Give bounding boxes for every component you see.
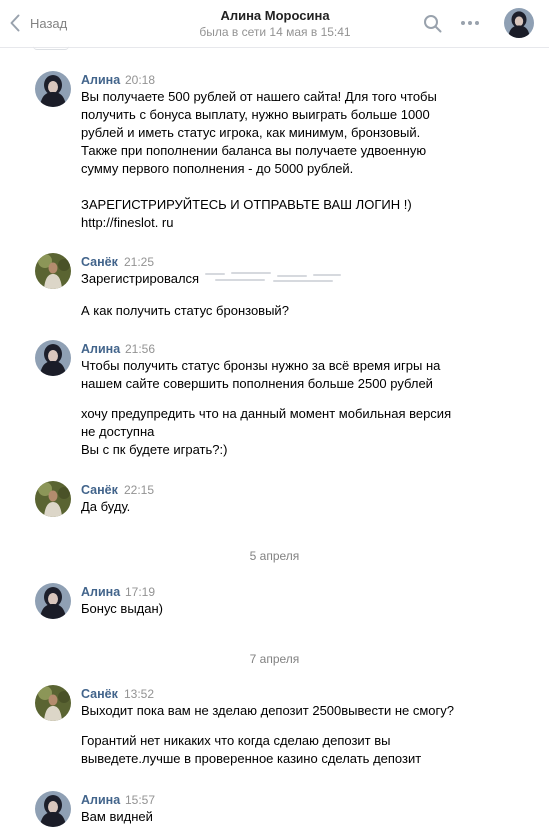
message-link[interactable]: http://fineslot. ru xyxy=(81,214,174,232)
contact-name: Алина Моросина xyxy=(220,8,330,23)
message-author[interactable]: Алина xyxy=(81,73,120,88)
avatar[interactable] xyxy=(35,685,71,721)
message-text-line: Вам видней xyxy=(81,809,153,824)
more-dot xyxy=(468,21,472,25)
message-text-line: Вы получаете 500 рублей от нашего сайта!… xyxy=(81,89,437,104)
chevron-left-icon xyxy=(10,14,20,32)
message-text-line: рублей и иметь статус игрока, как миниму… xyxy=(81,125,421,140)
back-label: Назад xyxy=(30,15,68,31)
message-text-line: Также при пополнении баланса вы получает… xyxy=(81,143,427,158)
message-author[interactable]: Алина xyxy=(81,342,120,357)
message-text-line: Да буду. xyxy=(81,499,131,514)
message-time[interactable]: 20:18 xyxy=(125,73,155,88)
message-text-line: Выходит пока вам не зделаю депозит 2500в… xyxy=(81,703,454,718)
message-text-line: нашем сайте совершить пополнения больше … xyxy=(81,376,433,391)
more-horizontal-icon xyxy=(461,21,465,25)
avatar[interactable] xyxy=(35,481,71,517)
previous-avatar-edge xyxy=(33,46,69,50)
message-text-line: Горантий нет никаких что когда сделаю де… xyxy=(81,733,391,748)
message-author[interactable]: Алина xyxy=(81,793,120,808)
avatar[interactable] xyxy=(35,340,71,376)
message-author[interactable]: Санёк xyxy=(81,255,118,270)
message-text-line: А как получить статус бронзовый? xyxy=(81,303,289,318)
message-author[interactable]: Санёк xyxy=(81,687,118,702)
message-author[interactable]: Алина xyxy=(81,585,120,600)
date-separator: 7 апреля xyxy=(249,652,300,666)
message-author[interactable]: Санёк xyxy=(81,483,118,498)
message-time[interactable]: 15:57 xyxy=(125,793,155,808)
message-text-line: ЗАРЕГИСТРИРУЙТЕСЬ И ОТПРАВЬТЕ ВАШ ЛОГИН … xyxy=(81,197,412,212)
message-text-line: Зарегистрировался xyxy=(81,270,353,288)
avatar[interactable] xyxy=(35,71,71,107)
message-time[interactable]: 21:25 xyxy=(124,255,154,270)
search-icon xyxy=(423,15,443,38)
header-avatar[interactable] xyxy=(504,8,534,38)
avatar[interactable] xyxy=(35,791,71,827)
more-dot xyxy=(475,21,479,25)
last-seen-status: была в сети 14 мая в 15:41 xyxy=(199,25,351,39)
message-text-line: Вы с пк будете играть?:) xyxy=(81,442,228,457)
message-text-line: Чтобы получить статус бронзы нужно за вс… xyxy=(81,358,441,373)
message-text: Зарегистрировался xyxy=(81,271,200,286)
chat-header: Назад Алина Моросина была в сети 14 мая … xyxy=(0,0,549,48)
back-button[interactable]: Назад xyxy=(10,11,67,35)
message-time[interactable]: 13:52 xyxy=(124,687,154,702)
message-time[interactable]: 22:15 xyxy=(124,483,154,498)
message-text-line: хочу предупредить что на данный момент м… xyxy=(81,406,452,421)
blurred-login xyxy=(203,271,353,285)
message-text-line: сумму первого пополнения - до 5000 рубле… xyxy=(81,161,354,176)
date-separator: 5 апреля xyxy=(249,549,300,563)
search-button[interactable] xyxy=(423,14,443,39)
avatar[interactable] xyxy=(35,253,71,289)
message-text-line: выведете.лучше в проверенное казино сдел… xyxy=(81,751,422,766)
avatar[interactable] xyxy=(35,583,71,619)
message-text-line: получить с бонуса выплату, нужно выиграт… xyxy=(81,107,430,122)
chat-title[interactable]: Алина Моросина была в сети 14 мая в 15:4… xyxy=(175,8,375,40)
message-time[interactable]: 21:56 xyxy=(125,342,155,357)
message-text-line: Бонус выдан) xyxy=(81,601,163,616)
more-button[interactable] xyxy=(461,21,479,25)
message-text-line: не доступна xyxy=(81,424,155,439)
message-time[interactable]: 17:19 xyxy=(125,585,155,600)
